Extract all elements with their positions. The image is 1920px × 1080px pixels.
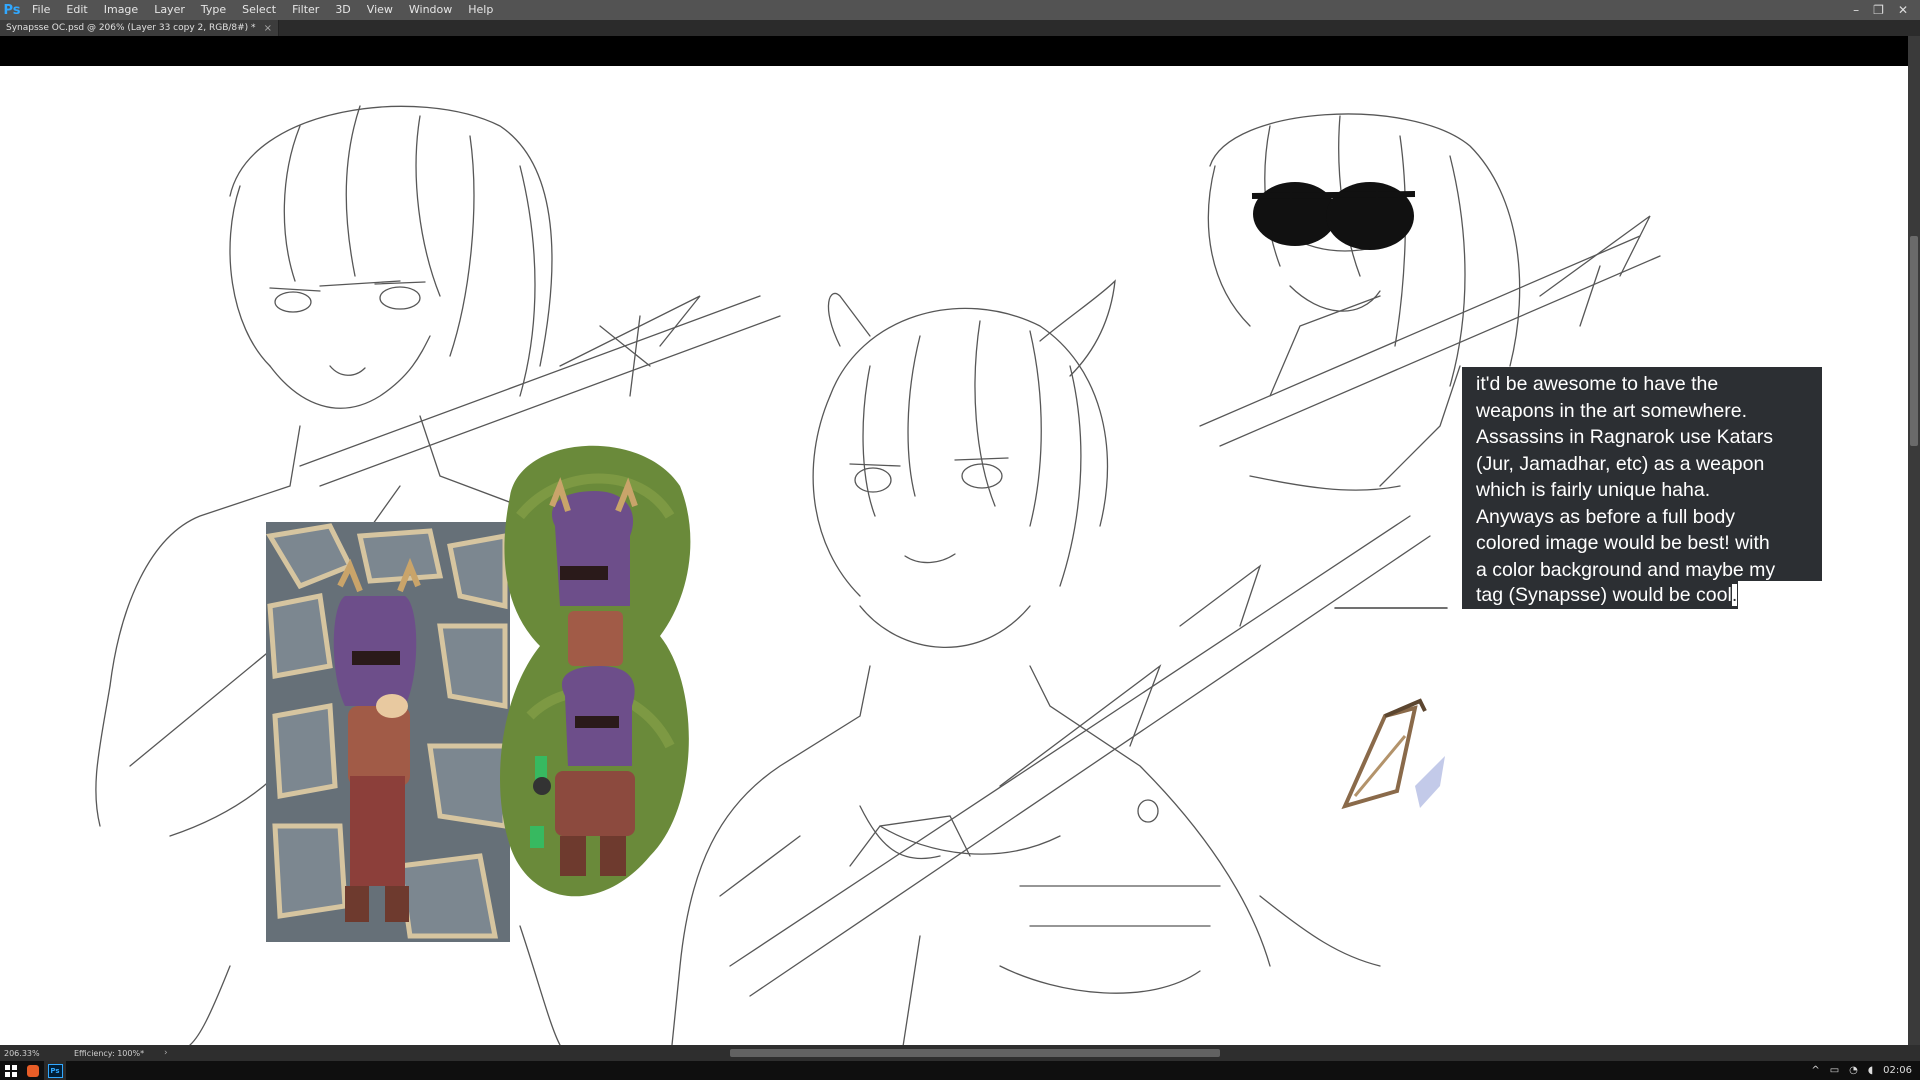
status-menu-arrow-icon[interactable]: › [164, 1048, 178, 1058]
minimize-icon[interactable]: – [1853, 3, 1859, 17]
sunglasses-drawing [1251, 182, 1416, 250]
text-line-6: Anyways as before a full body [1476, 505, 1736, 528]
menu-edit[interactable]: Edit [58, 0, 95, 20]
start-button[interactable] [0, 1061, 22, 1080]
menu-select[interactable]: Select [234, 0, 284, 20]
menu-3d[interactable]: 3D [327, 0, 358, 20]
comment-text-box[interactable]: it'd be awesome to have the weapons in t… [1462, 367, 1822, 581]
text-line-3: Assassins in Ragnarok use Katars [1476, 426, 1773, 448]
vertical-scrollbar-thumb[interactable] [1910, 236, 1918, 446]
sketch-line [229, 105, 553, 367]
text-line-1: it'd be awesome to have the [1476, 373, 1719, 395]
menu-help[interactable]: Help [460, 0, 501, 20]
tab-close-icon[interactable]: × [264, 23, 272, 34]
text-line-9-text: tag (Synapsse) would be cool [1476, 584, 1732, 606]
close-icon[interactable]: ✕ [1898, 3, 1908, 17]
text-cursor-selection: . [1731, 584, 1738, 606]
text-line-8: a color background and maybe my [1476, 558, 1776, 581]
document-tab[interactable]: Synapsse OC.psd @ 206% (Layer 33 copy 2,… [0, 20, 279, 36]
window-controls: – ❐ ✕ [1853, 0, 1916, 20]
horizontal-scrollbar-thumb[interactable] [730, 1049, 1220, 1057]
character-sprite-grass [500, 445, 691, 897]
photoshop-logo-icon[interactable]: Ps [0, 0, 24, 20]
text-line-2: weapons in the art somewhere. [1476, 399, 1747, 422]
text-line-7: colored image would be best! with [1476, 532, 1770, 554]
status-bar: 206.33% Efficiency: 100%* › [0, 1045, 1920, 1061]
menu-image[interactable]: Image [96, 0, 146, 20]
restore-icon[interactable]: ❐ [1873, 3, 1884, 17]
volume-icon[interactable]: ◖ [1868, 1065, 1873, 1076]
taskbar-photoshop[interactable]: Ps [44, 1061, 66, 1080]
character-sprite-stone-floor [265, 522, 510, 942]
menu-layer[interactable]: Layer [146, 0, 193, 20]
menu-bar: Ps File Edit Image Layer Type Select Fil… [0, 0, 1920, 20]
text-line-4: (Jur, Jamadhar, etc) as a weapon [1476, 452, 1765, 475]
photoshop-task-icon: Ps [47, 1063, 63, 1078]
katar-weapon-sprite [1341, 698, 1445, 810]
document-tab-title: Synapsse OC.psd @ 206% (Layer 33 copy 2,… [6, 23, 256, 33]
system-tray: ^ ▭ ◔ ◖ 02:06 [1811, 1061, 1912, 1080]
menu-file[interactable]: File [24, 0, 58, 20]
browser-icon [27, 1064, 39, 1077]
clock[interactable]: 02:06 [1883, 1065, 1912, 1076]
tray-expand-icon[interactable]: ^ [1811, 1065, 1819, 1076]
text-line-5: which is fairly unique haha. [1476, 479, 1711, 501]
horizontal-scrollbar[interactable] [190, 1049, 1910, 1057]
zoom-level[interactable]: 206.33% [0, 1049, 74, 1058]
os-taskbar: Ps ^ ▭ ◔ ◖ 02:06 [0, 1061, 1920, 1080]
efficiency-readout: Efficiency: 100%* [74, 1048, 145, 1058]
menu-view[interactable]: View [359, 0, 401, 20]
network-icon[interactable]: ◔ [1849, 1065, 1858, 1076]
menu-filter[interactable]: Filter [284, 0, 327, 20]
vertical-scrollbar[interactable] [1908, 36, 1920, 1045]
taskbar-browser[interactable] [22, 1061, 44, 1080]
menu-window[interactable]: Window [401, 0, 460, 20]
text-line-9: tag (Synapsse) would be cool. [1476, 582, 1738, 608]
windows-logo-icon [5, 1064, 17, 1077]
document-tab-bar: Synapsse OC.psd @ 206% (Layer 33 copy 2,… [0, 20, 1920, 36]
menu-type[interactable]: Type [193, 0, 234, 20]
battery-icon[interactable]: ▭ [1830, 1065, 1839, 1076]
